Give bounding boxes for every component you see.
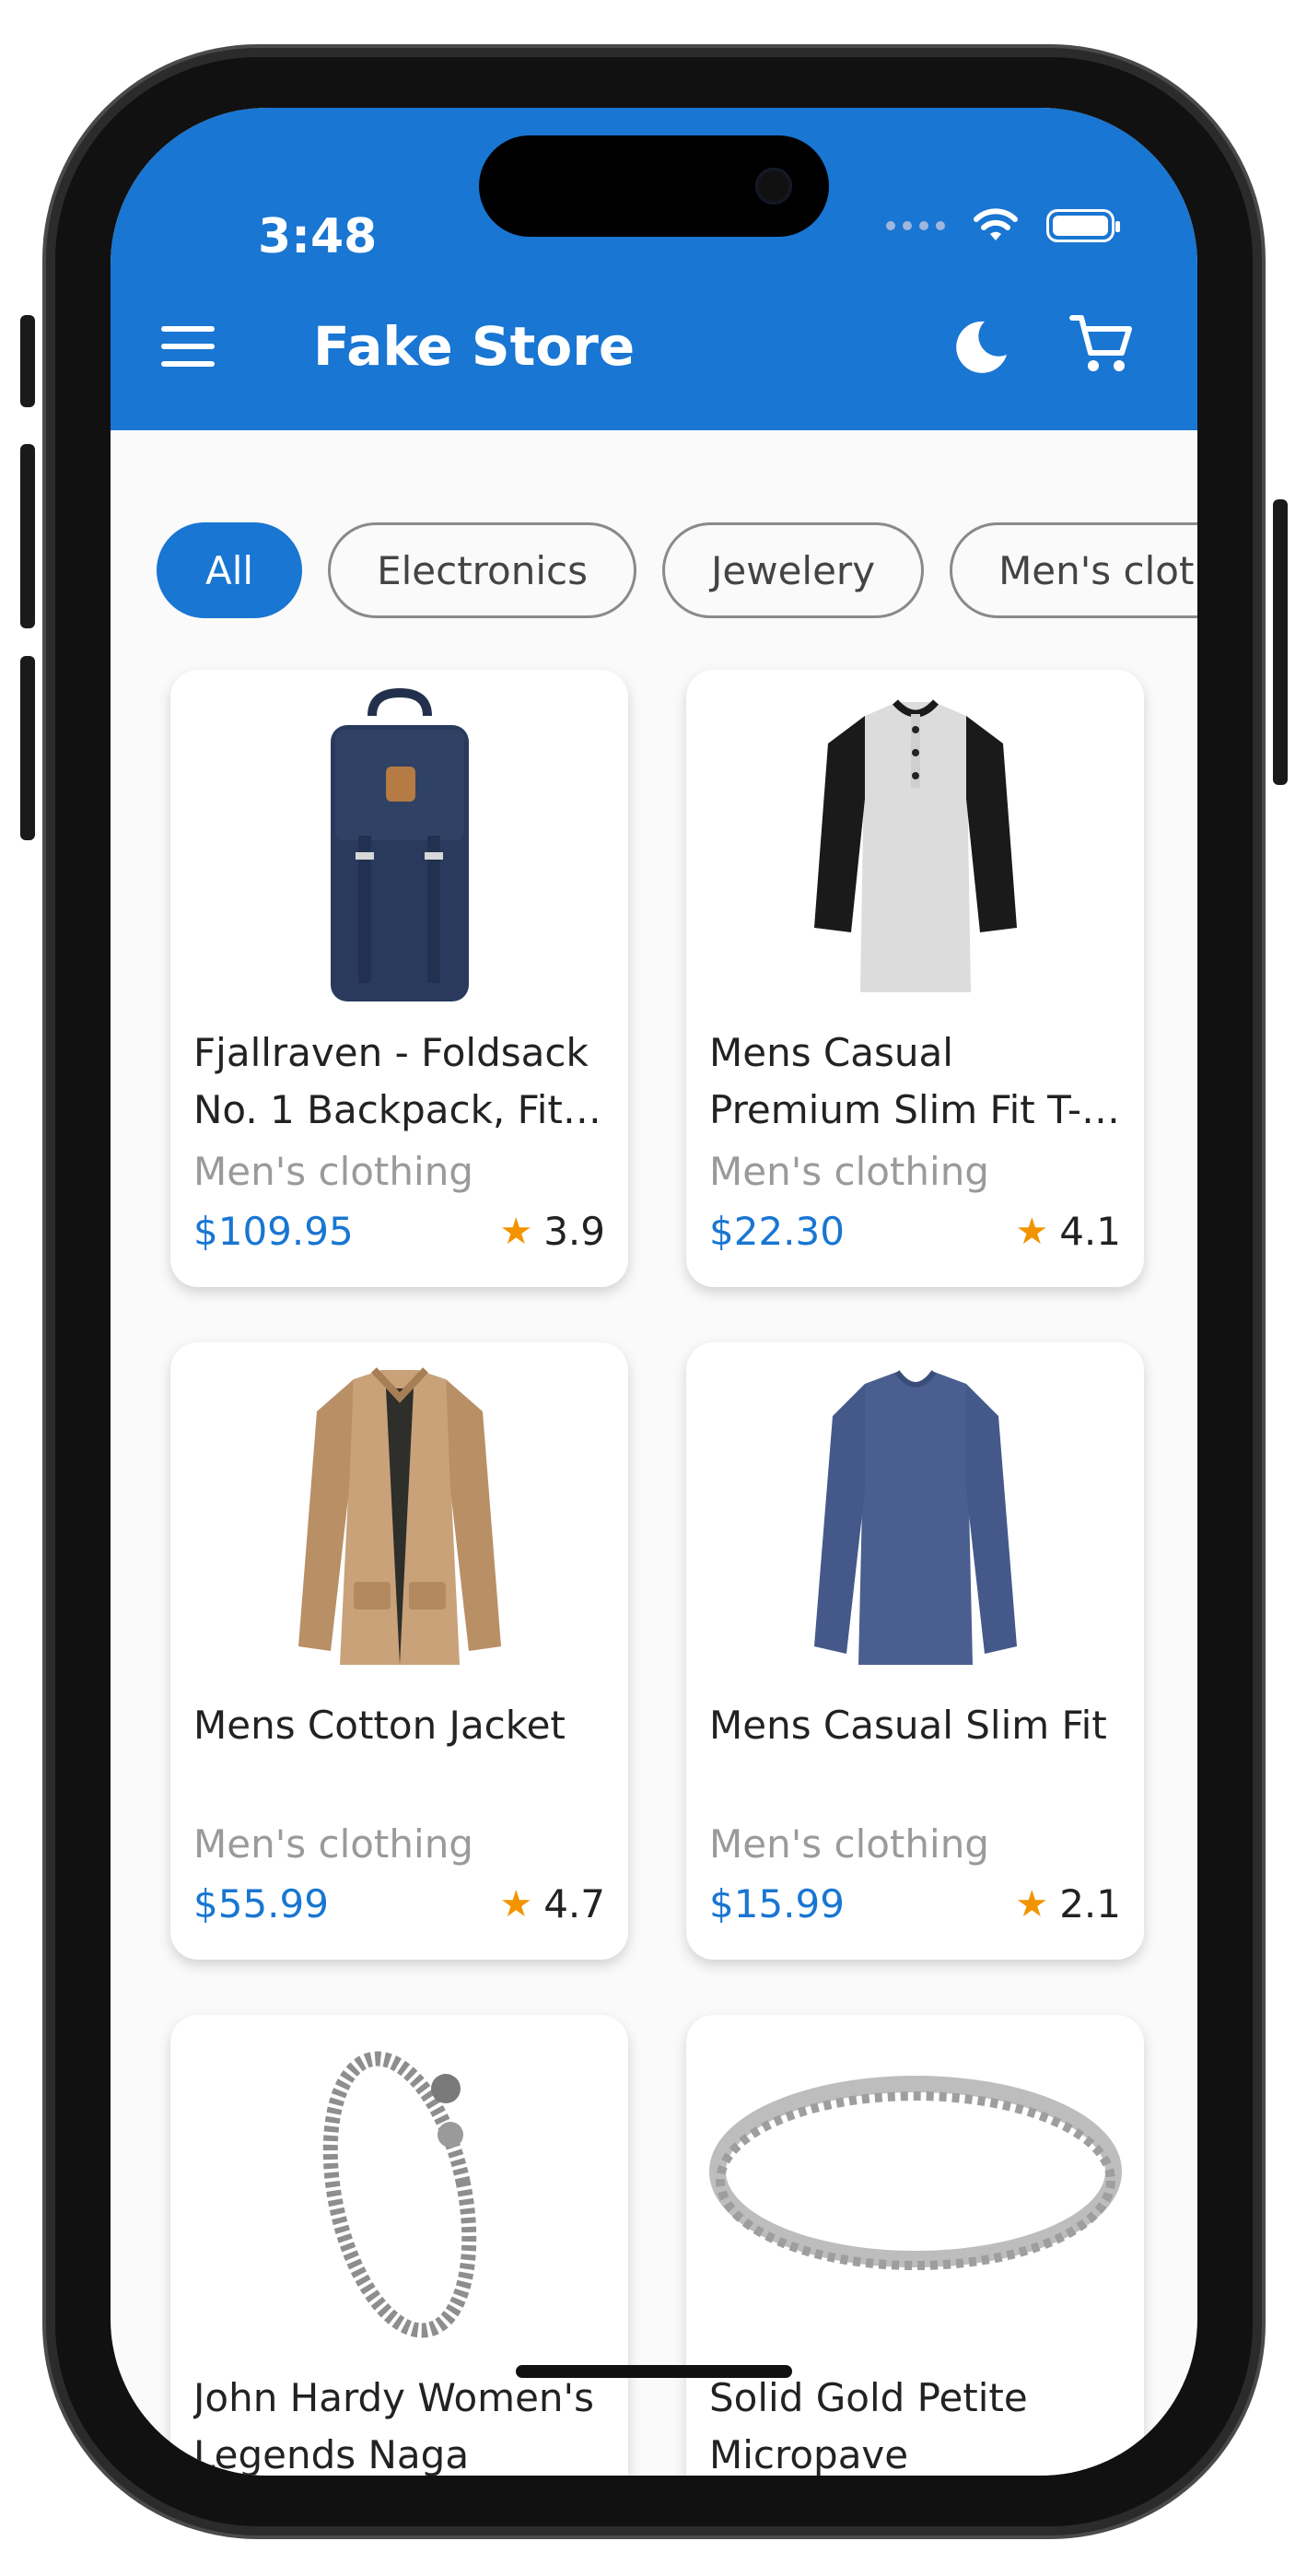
product-price: $109.95 xyxy=(193,1209,354,1254)
front-camera xyxy=(755,168,792,205)
power-button xyxy=(1273,499,1288,785)
backpack-image xyxy=(330,688,469,1001)
star-icon: ★ xyxy=(1015,1210,1049,1253)
product-image xyxy=(686,2033,1144,2356)
menu-icon[interactable] xyxy=(161,326,215,367)
star-icon: ★ xyxy=(499,1882,533,1926)
product-category: Men's clothing xyxy=(709,1149,989,1194)
product-title: Mens Cotton Jacket xyxy=(193,1703,566,1748)
status-icons xyxy=(886,207,1120,244)
product-image xyxy=(170,2033,628,2356)
moon-icon[interactable] xyxy=(953,318,1010,375)
rating-value: 2.1 xyxy=(1059,1881,1121,1926)
chip-jewelery[interactable]: Jewelery xyxy=(662,522,925,618)
product-card[interactable]: John Hardy Women's Legends Naga xyxy=(170,2015,628,2476)
product-category: Men's clothing xyxy=(709,1821,989,1867)
phone-frame: 3:48 Fake Store All Electronics Jewelery… xyxy=(20,57,1288,2526)
dynamic-island xyxy=(479,135,829,237)
pave-ring-image xyxy=(708,2076,1122,2270)
wifi-icon xyxy=(974,208,1018,240)
rating-value: 3.9 xyxy=(543,1209,605,1254)
battery-icon xyxy=(1046,209,1120,242)
product-card[interactable]: Mens Casual Premium Slim Fit T-Shirts Me… xyxy=(686,670,1144,1287)
chip-electronics[interactable]: Electronics xyxy=(328,522,636,618)
cotton-jacket-image xyxy=(298,1367,501,1665)
chip-all[interactable]: All xyxy=(157,522,303,618)
product-card[interactable]: Mens Casual Slim Fit Men's clothing $15.… xyxy=(686,1342,1144,1960)
chip-mens-clothing[interactable]: Men's clothing xyxy=(950,522,1197,618)
product-card[interactable]: Solid Gold Petite Micropave xyxy=(686,2015,1144,2476)
app-title: Fake Store xyxy=(313,315,636,378)
product-image xyxy=(170,1361,628,1683)
longsleeve-shirt-image xyxy=(813,1370,1017,1665)
product-rating: ★ 3.9 xyxy=(499,1209,605,1254)
product-card[interactable]: Mens Cotton Jacket Men's clothing $55.99… xyxy=(170,1342,628,1960)
category-filter-bar: All Electronics Jewelery Men's clothing xyxy=(157,522,1197,618)
product-rating: ★ 4.1 xyxy=(1015,1209,1121,1254)
product-price: $15.99 xyxy=(709,1881,845,1926)
rating-value: 4.1 xyxy=(1059,1209,1121,1254)
product-price: $22.30 xyxy=(709,1209,845,1254)
star-icon: ★ xyxy=(499,1210,533,1253)
product-category: Men's clothing xyxy=(193,1821,473,1867)
rating-value: 4.7 xyxy=(543,1881,605,1926)
product-title: Mens Casual Slim Fit xyxy=(709,1703,1107,1748)
star-icon: ★ xyxy=(1015,1882,1049,1926)
product-title: Mens Casual Premium Slim Fit T-Shirts xyxy=(709,1030,1082,1132)
product-category: Men's clothing xyxy=(193,1149,473,1194)
volume-down-button xyxy=(20,656,35,840)
product-card[interactable]: Fjallraven - Foldsack No. 1 Backpack, Fi… xyxy=(170,670,628,1287)
app-screen: 3:48 Fake Store All Electronics Jewelery… xyxy=(111,108,1197,2476)
cellular-signal-icon xyxy=(886,221,945,230)
product-image xyxy=(170,688,628,1011)
volume-up-button xyxy=(20,444,35,628)
dragon-bracelet-image xyxy=(322,2051,476,2338)
status-time: 3:48 xyxy=(258,209,378,264)
mute-switch xyxy=(20,315,35,407)
cart-icon[interactable] xyxy=(1068,310,1135,377)
product-title: John Hardy Women's Legends Naga xyxy=(193,2375,594,2476)
product-image xyxy=(686,1361,1144,1683)
product-title: Fjallraven - Foldsack No. 1 Backpack, Fi… xyxy=(193,1030,589,1132)
raglan-tshirt-image xyxy=(813,699,1017,992)
product-rating: ★ 2.1 xyxy=(1015,1881,1121,1926)
app-header: 3:48 Fake Store xyxy=(111,108,1197,430)
product-title: Solid Gold Petite Micropave xyxy=(709,2375,1028,2476)
product-rating: ★ 4.7 xyxy=(499,1881,605,1926)
product-price: $55.99 xyxy=(193,1881,329,1926)
product-image xyxy=(686,688,1144,1011)
home-indicator[interactable] xyxy=(516,2365,792,2378)
